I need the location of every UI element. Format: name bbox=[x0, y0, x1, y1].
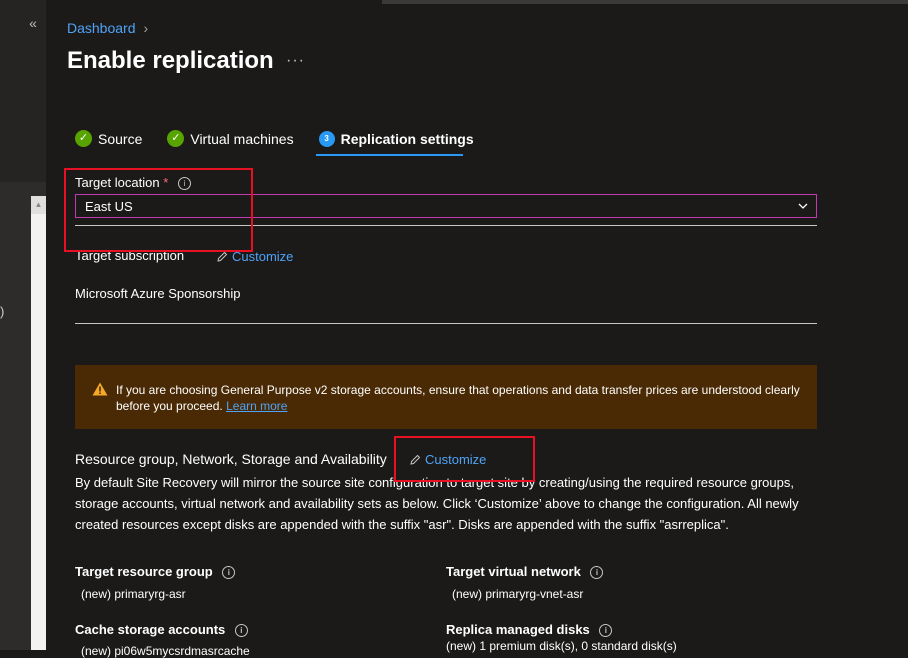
collapse-pane-icon[interactable]: « bbox=[24, 14, 42, 32]
replica-managed-disks-label: Replica managed disks i bbox=[446, 622, 613, 638]
breadcrumb-dashboard-link[interactable]: Dashboard bbox=[67, 20, 136, 36]
left-pane: « ▲ ) bbox=[0, 0, 46, 650]
highlight-box-target-location bbox=[64, 168, 253, 252]
info-icon[interactable]: i bbox=[590, 566, 604, 580]
label-text: Target virtual network bbox=[446, 564, 581, 579]
tab-label: Replication settings bbox=[340, 130, 474, 147]
target-virtual-network-value: (new) primaryrg-vnet-asr bbox=[452, 587, 584, 601]
tab-replication-settings[interactable]: 3 Replication settings bbox=[318, 130, 474, 147]
checkmark-icon: ✓ bbox=[75, 130, 92, 147]
more-options-button[interactable]: ··· bbox=[286, 52, 305, 70]
label-text: Cache storage accounts bbox=[75, 622, 226, 637]
resource-section-label: Resource group, Network, Storage and Ava… bbox=[75, 451, 387, 467]
subscription-value: Microsoft Azure Sponsorship bbox=[75, 286, 241, 301]
chevron-right-icon: › bbox=[143, 20, 149, 36]
divider bbox=[75, 323, 817, 324]
info-icon[interactable]: i bbox=[234, 624, 248, 638]
replica-managed-disks-value: (new) 1 premium disk(s), 0 standard disk… bbox=[446, 639, 677, 653]
info-icon[interactable]: i bbox=[599, 624, 613, 638]
info-icon[interactable]: i bbox=[222, 566, 236, 580]
wizard-steps: ✓ Source ✓ Virtual machines 3 Replicatio… bbox=[75, 130, 499, 147]
learn-more-link[interactable]: Learn more bbox=[226, 399, 287, 413]
label-text: Target resource group bbox=[75, 564, 213, 579]
target-resource-group-value: (new) primaryrg-asr bbox=[81, 587, 186, 601]
target-virtual-network-label: Target virtual network i bbox=[446, 564, 604, 580]
target-resource-group-label: Target resource group i bbox=[75, 564, 236, 580]
tab-label: Virtual machines bbox=[190, 130, 294, 147]
warning-banner: If you are choosing General Purpose v2 s… bbox=[75, 365, 817, 429]
top-border bbox=[382, 0, 908, 4]
breadcrumb: Dashboard › bbox=[67, 20, 148, 36]
warning-icon bbox=[92, 382, 108, 396]
pencil-icon bbox=[217, 251, 228, 262]
active-tab-indicator bbox=[316, 154, 463, 156]
tab-source[interactable]: ✓ Source bbox=[75, 130, 142, 147]
tab-virtual-machines[interactable]: ✓ Virtual machines bbox=[167, 130, 294, 147]
label-text: Replica managed disks bbox=[446, 622, 590, 637]
tab-label: Source bbox=[98, 130, 143, 147]
left-pane-scrollbar[interactable] bbox=[31, 196, 46, 650]
highlight-box-customize bbox=[394, 436, 535, 482]
warning-message: If you are choosing General Purpose v2 s… bbox=[116, 383, 800, 413]
scroll-up-icon[interactable]: ▲ bbox=[31, 196, 46, 214]
page-title: Enable replication bbox=[67, 47, 274, 74]
cache-storage-accounts-value: (new) pi06w5mycsrdmasrcache bbox=[81, 644, 250, 658]
step-number-badge: 3 bbox=[318, 130, 335, 147]
cache-storage-accounts-label: Cache storage accounts i bbox=[75, 622, 248, 638]
truncated-text: ) bbox=[0, 304, 5, 319]
warning-text: If you are choosing General Purpose v2 s… bbox=[116, 382, 806, 414]
checkmark-icon: ✓ bbox=[167, 130, 185, 147]
chevron-down-icon bbox=[798, 203, 808, 209]
